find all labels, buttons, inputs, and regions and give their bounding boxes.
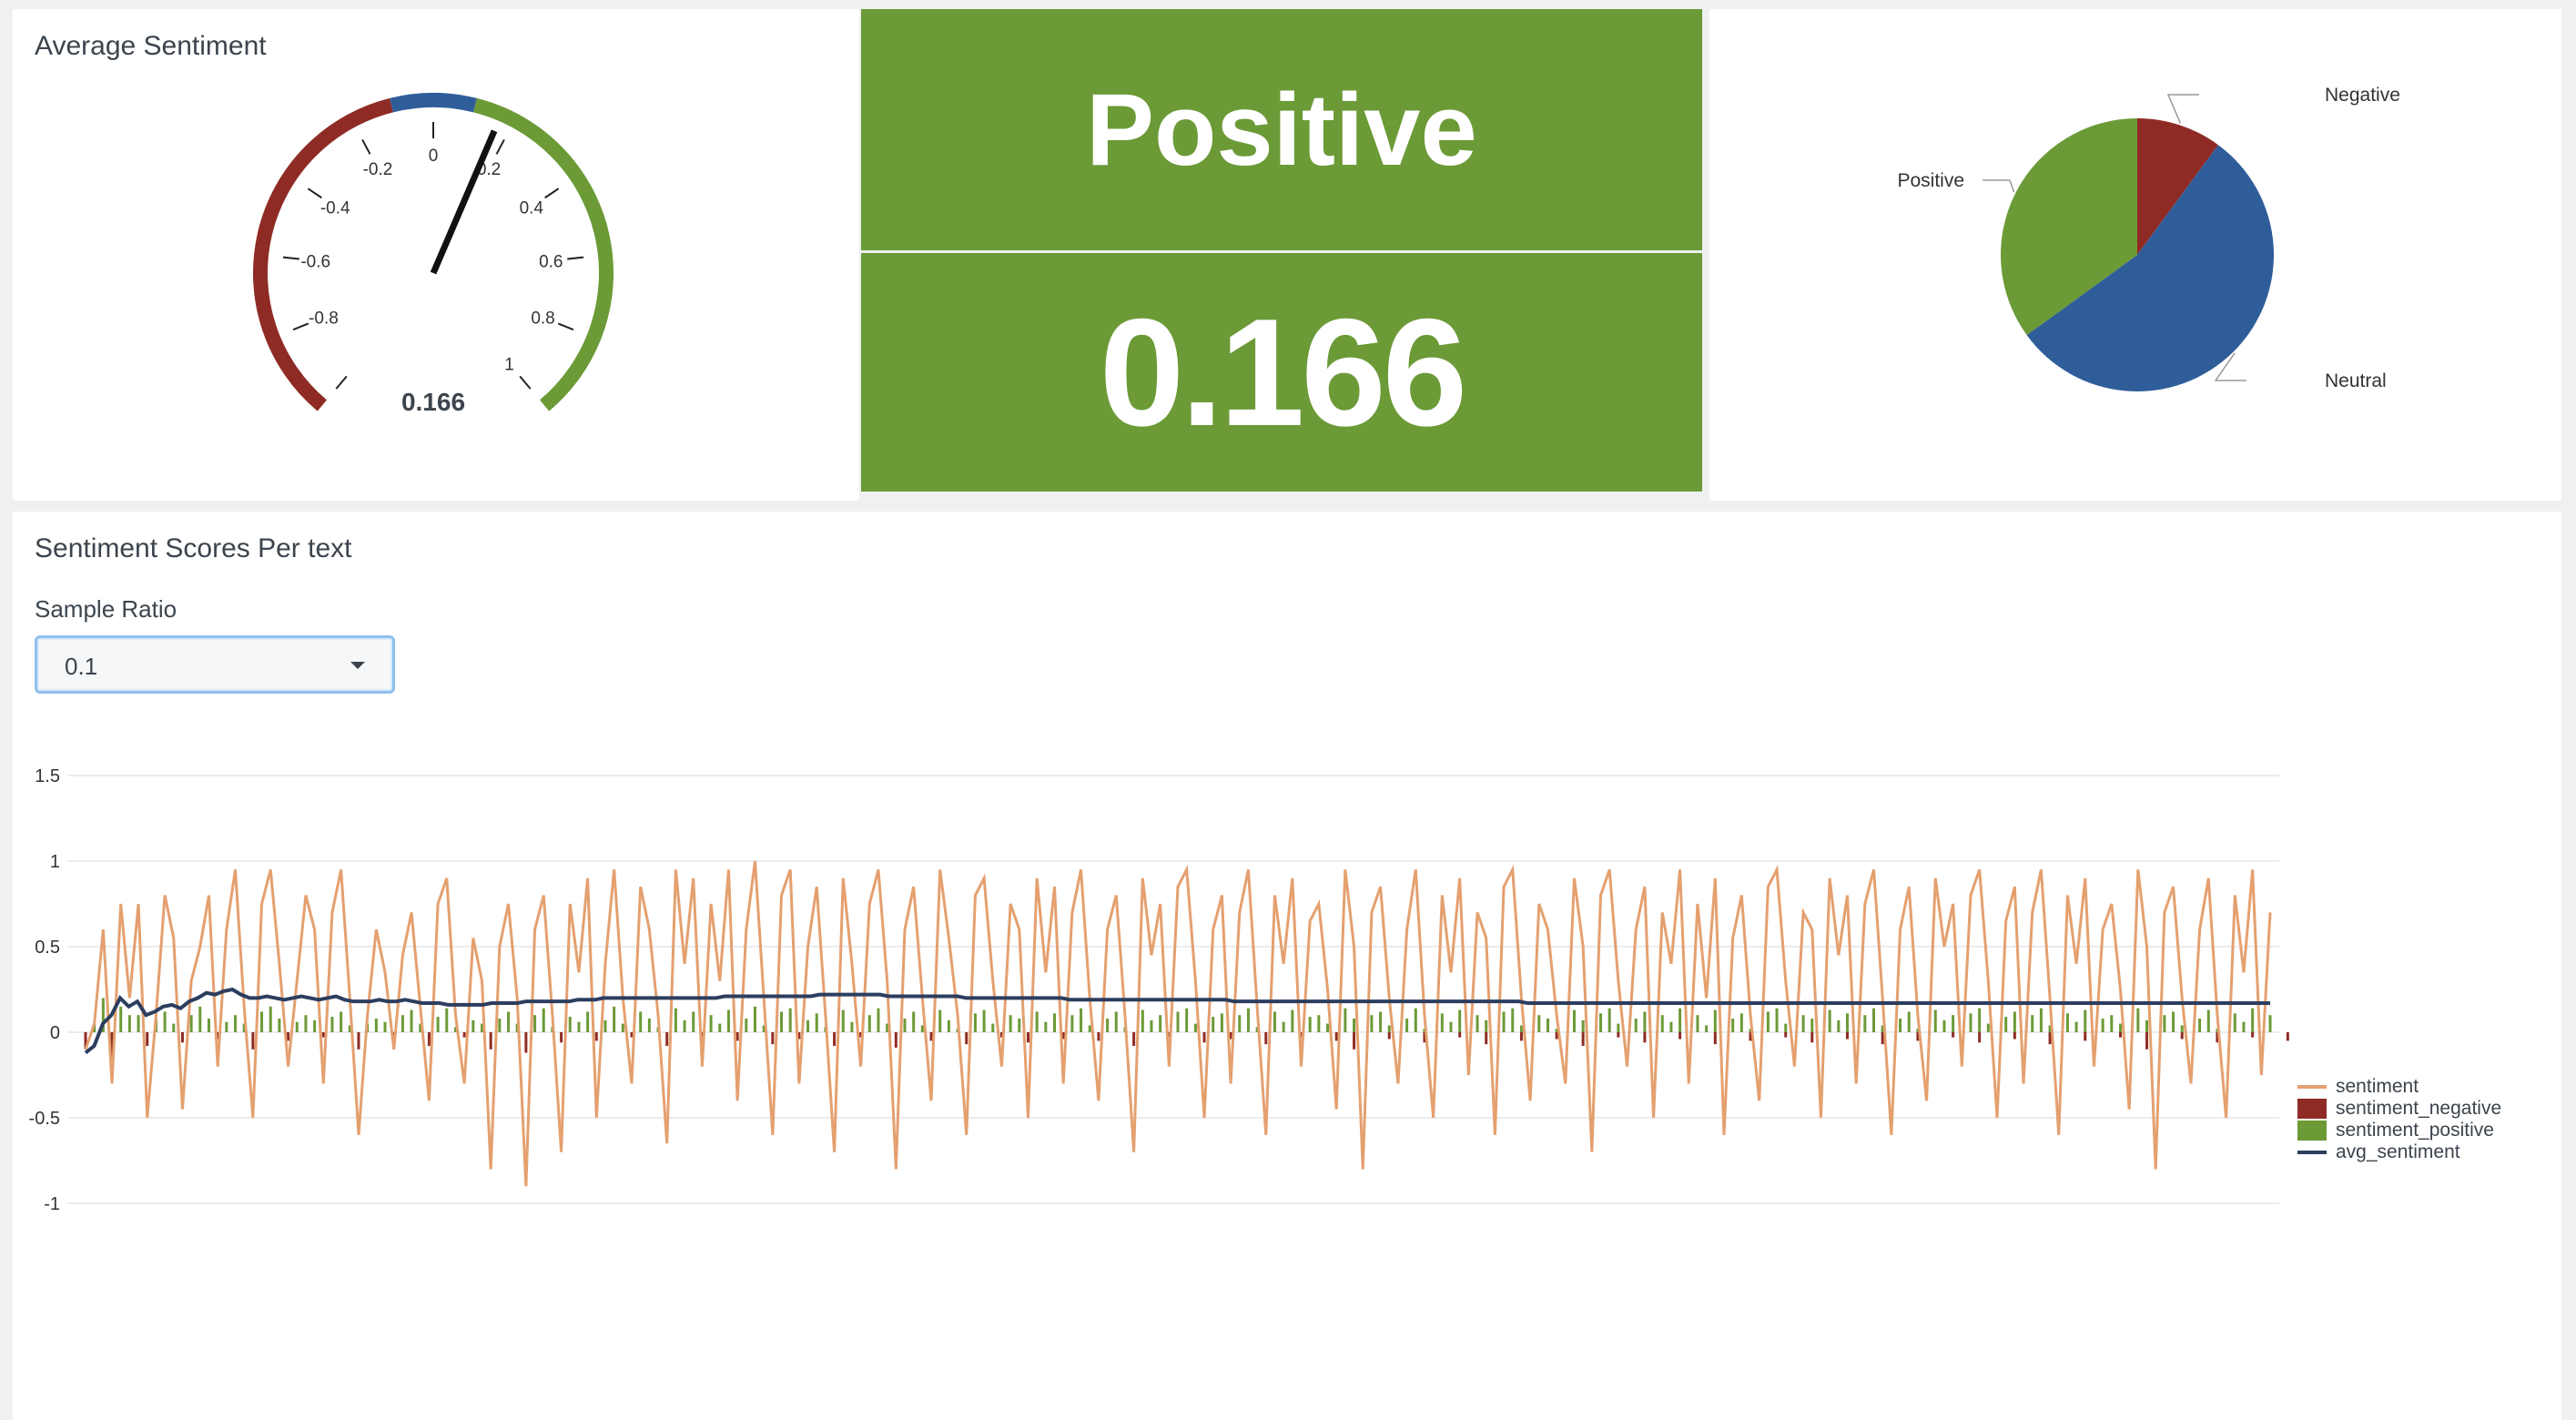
gauge-tick	[361, 138, 371, 155]
pie-slice-label: Negative	[2325, 85, 2400, 106]
legend-label: sentiment	[2336, 1076, 2419, 1097]
pie-chart: Negative Neutral Positive	[1897, 85, 2400, 392]
pie-leader-line	[1983, 179, 2015, 193]
chart-legend: sentiment sentiment_negative sentiment_p…	[2297, 1076, 2501, 1163]
gauge-tick-label: -0.8	[309, 309, 339, 329]
gauge-tick-label: 0.8	[531, 309, 554, 329]
y-tick-label: 0.5	[35, 938, 60, 958]
gauge-tick	[495, 138, 505, 155]
legend-swatch	[2297, 1085, 2327, 1089]
sentiment-line-chart: 1.5 1 0.5 0 -0.5 -1	[29, 766, 2289, 1214]
gauge-tick-label: -0.2	[363, 160, 393, 179]
sample-ratio-dropdown[interactable]: 0.1	[35, 635, 395, 694]
timeline-title: Sentiment Scores Per text	[35, 533, 352, 563]
single-value-number: 0.166	[861, 253, 1702, 492]
gauge-needle	[430, 129, 498, 275]
legend-swatch	[2297, 1151, 2327, 1154]
legend-label: sentiment_negative	[2336, 1098, 2502, 1119]
y-tick-label: 0	[50, 1023, 60, 1043]
single-value-label: Positive	[861, 9, 1702, 250]
y-tick-label: 1	[50, 852, 60, 872]
gauge-tick	[519, 375, 532, 390]
gauge-tick	[282, 256, 299, 260]
legend-label: avg_sentiment	[2336, 1141, 2460, 1162]
radial-gauge: -0.8-0.6-0.4-0.200.20.40.60.810.166	[253, 93, 614, 416]
legend-item: sentiment_negative	[2297, 1098, 2501, 1120]
gauge-value-label: 0.166	[401, 388, 465, 416]
gauge-tick-label: 0	[429, 147, 439, 166]
gauge-tick	[335, 375, 348, 390]
legend-swatch	[2297, 1121, 2327, 1141]
y-tick-label: 1.5	[35, 766, 60, 786]
gauge-tick	[292, 322, 309, 331]
legend-item: sentiment	[2297, 1076, 2501, 1098]
gauge-tick-label: 1	[504, 356, 514, 375]
gauge-panel: Average Sentiment -0.8 -0.6 -0.4 -0.2 0 0.2 0.…	[13, 9, 859, 501]
legend-item: avg_sentiment	[2297, 1141, 2501, 1163]
single-value-panel: Positive 0.166	[861, 9, 1708, 501]
gauge-tick-label: 0.4	[520, 198, 544, 218]
timeline-panel: Sentiment Scores Per text Sample Ratio 0…	[13, 512, 2561, 1420]
legend-swatch	[2297, 1099, 2327, 1119]
pie-slice-label: Positive	[1897, 170, 1964, 191]
gauge-tick-label: -0.4	[320, 198, 350, 218]
sample-ratio-value: 0.1	[65, 653, 98, 680]
gauge-tick	[307, 188, 322, 199]
y-tick-label: -0.5	[29, 1109, 60, 1129]
pie-panel: Negative Neutral Positive	[1709, 9, 2561, 501]
gauge-tick	[567, 256, 584, 260]
pie-slice-label: Neutral	[2325, 370, 2387, 391]
gauge-tick	[557, 322, 574, 331]
legend-item: sentiment_positive	[2297, 1120, 2501, 1141]
gauge-tick	[544, 188, 560, 199]
sample-ratio-label: Sample Ratio	[35, 595, 177, 623]
legend-label: sentiment_positive	[2336, 1120, 2494, 1141]
chevron-down-icon	[350, 662, 365, 669]
gauge-tick-label: 0.6	[539, 252, 563, 271]
gauge-tick-label: -0.6	[300, 252, 330, 271]
pie-leader-line	[2166, 94, 2199, 124]
y-tick-label: -1	[44, 1194, 60, 1214]
gauge-band	[390, 93, 477, 113]
